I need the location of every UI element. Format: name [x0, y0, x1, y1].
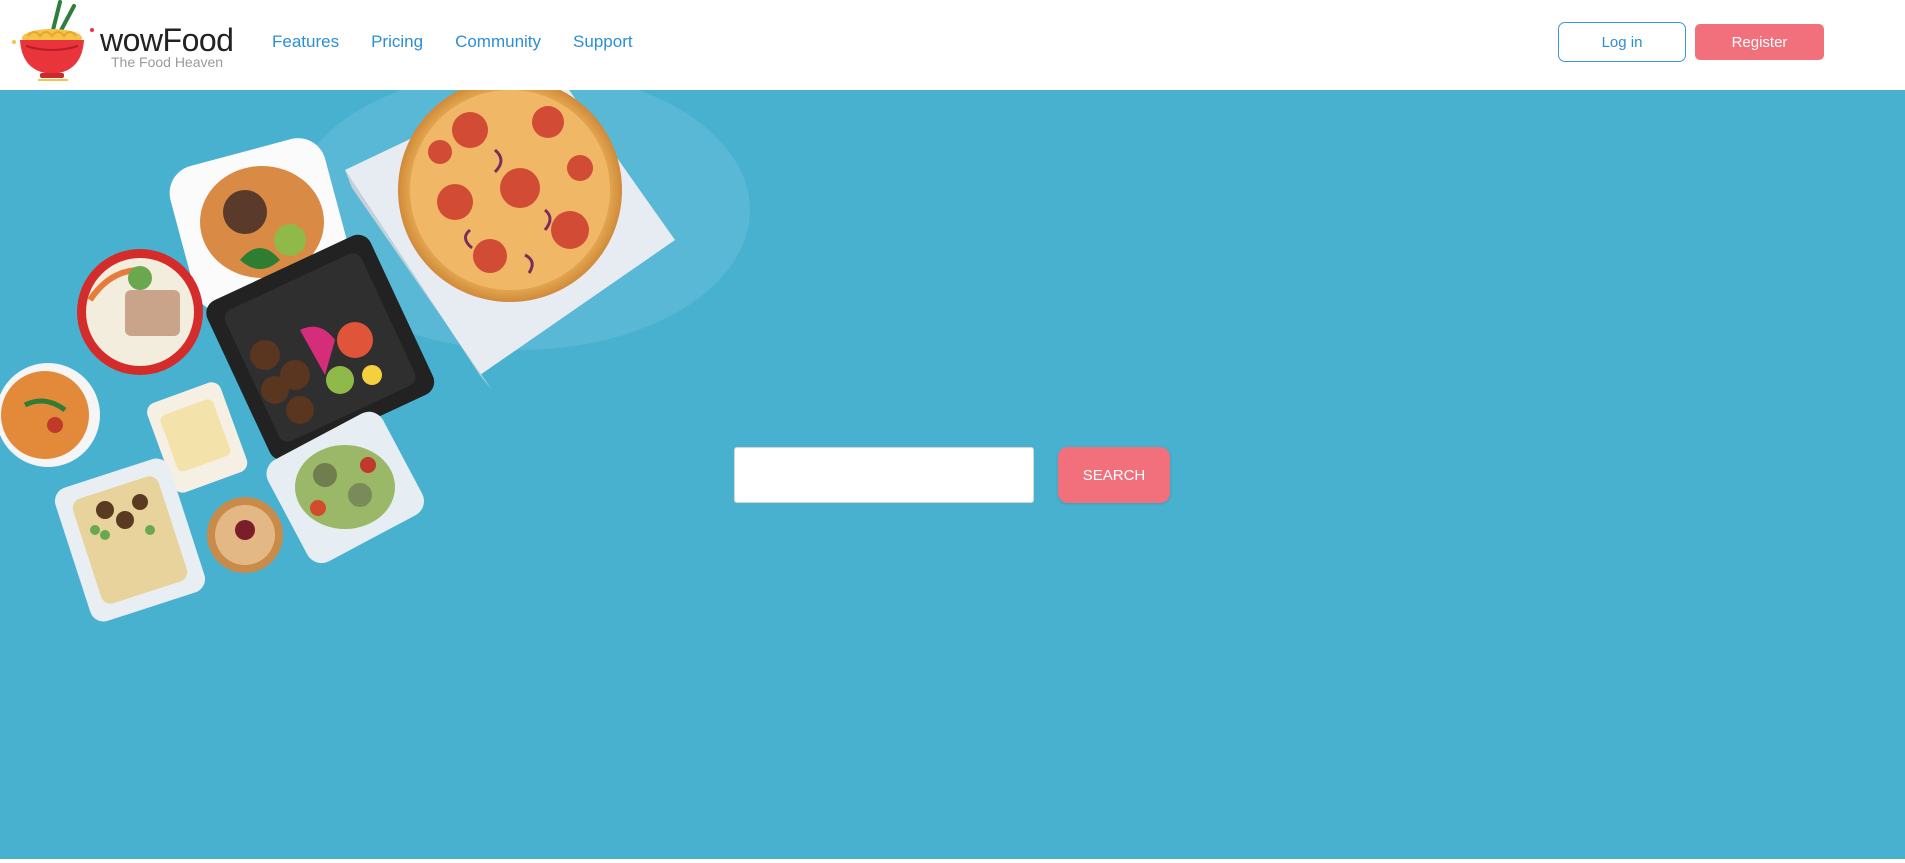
hero-section: SEARCH: [0, 90, 1905, 859]
noodle-bowl-icon: [12, 0, 94, 81]
food-spread-illustration: [0, 90, 750, 622]
login-button[interactable]: Log in: [1558, 22, 1686, 62]
page: wowFood The Food Heaven Features Pricing…: [0, 0, 1905, 863]
brand-tagline: The Food Heaven: [111, 54, 224, 70]
search-button[interactable]: SEARCH: [1058, 447, 1170, 503]
main-nav: Features Pricing Community Support: [272, 32, 665, 52]
nav-link-features[interactable]: Features: [272, 32, 339, 52]
search-input[interactable]: [734, 447, 1034, 503]
nav-link-pricing[interactable]: Pricing: [371, 32, 423, 52]
brand-logo[interactable]: wowFood The Food Heaven: [8, 0, 240, 86]
page-bottom-strip: [0, 859, 1905, 863]
nav-link-support[interactable]: Support: [573, 32, 633, 52]
top-navbar: wowFood The Food Heaven Features Pricing…: [0, 0, 1905, 90]
register-button[interactable]: Register: [1695, 24, 1824, 60]
nav-link-community[interactable]: Community: [455, 32, 541, 52]
